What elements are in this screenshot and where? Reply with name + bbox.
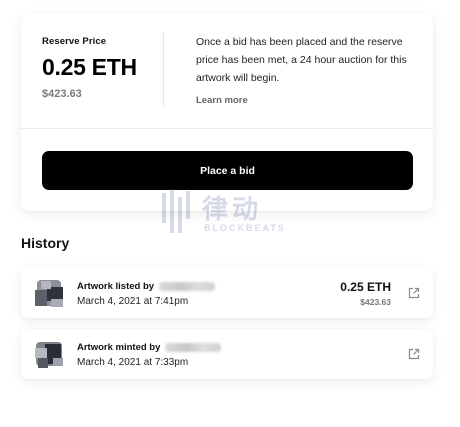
external-link-icon[interactable] xyxy=(408,348,420,360)
redacted-username[interactable] xyxy=(158,281,215,291)
event-action-line: Artwork minted by xyxy=(77,342,222,353)
user-avatar xyxy=(35,280,63,307)
user-avatar xyxy=(35,342,63,368)
reserve-price-card: Reserve Price 0.25 ETH $423.63 Once a bi… xyxy=(21,14,433,211)
reserve-price-usd: $423.63 xyxy=(42,88,82,100)
history-event: Artwork listed by March 4, 2021 at 7:41p… xyxy=(21,268,433,318)
event-action-text: Artwork minted by xyxy=(77,342,161,353)
event-date: March 4, 2021 at 7:41pm xyxy=(77,296,189,307)
event-price: 0.25 ETH $423.63 xyxy=(340,280,391,307)
place-bid-button[interactable]: Place a bid xyxy=(42,151,413,190)
reserve-price-label: Reserve Price xyxy=(42,36,107,47)
redacted-username[interactable] xyxy=(165,342,222,352)
event-action-line: Artwork listed by xyxy=(77,281,215,292)
history-heading: History xyxy=(21,235,70,251)
event-date: March 4, 2021 at 7:33pm xyxy=(77,357,189,368)
external-link-icon[interactable] xyxy=(408,287,420,299)
horizontal-divider xyxy=(21,128,433,129)
event-price-eth: 0.25 ETH xyxy=(340,280,391,294)
auction-info-text: Once a bid has been placed and the reser… xyxy=(196,36,407,84)
reserve-price-block: Reserve Price 0.25 ETH $423.63 xyxy=(42,36,162,100)
vertical-divider xyxy=(163,32,164,106)
event-action-text: Artwork listed by xyxy=(77,281,155,292)
watermark-en-text: BLOCKBEATS xyxy=(204,223,286,233)
reserve-price-amount: 0.25 ETH xyxy=(42,54,137,80)
learn-more-link[interactable]: Learn more xyxy=(196,95,248,106)
event-price-usd: $423.63 xyxy=(360,297,391,307)
history-event: Artwork minted by March 4, 2021 at 7:33p… xyxy=(21,329,433,379)
